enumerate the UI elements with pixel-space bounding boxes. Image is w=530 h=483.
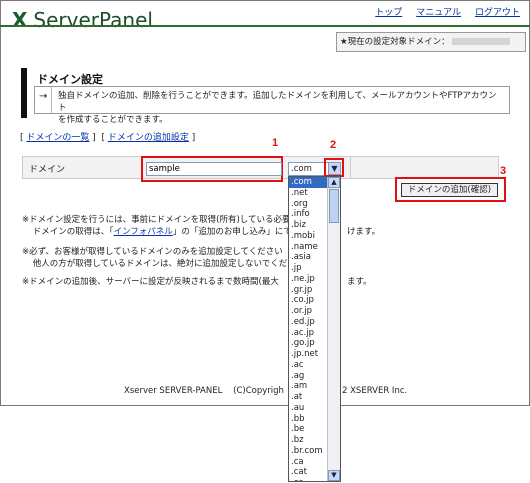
tld-option[interactable]: .gr.jp [289,285,329,296]
tld-option[interactable]: .asia [289,252,329,263]
tld-option[interactable]: .go.jp [289,338,329,349]
link-logout[interactable]: ログアウト [475,8,520,18]
description-divider [51,87,52,113]
current-domain-label: ★現在の設定対象ドメイン： [340,37,450,47]
description-text: 独自ドメインの追加、削除を行うことができます。追加したドメインを利用して、メール… [58,90,498,126]
note-3: ※ドメインの追加後、サーバーに設定が反映されるまで数時間(最大 ます。 [22,277,372,287]
tld-option[interactable]: .be [289,424,329,435]
annotation-number-3: 3 [500,165,507,177]
tld-option[interactable]: .or.jp [289,306,329,317]
tld-option[interactable]: .info [289,209,329,220]
footer: Xserver SERVER-PANEL (C)Copyrigh 2 XSERVE… [124,386,407,396]
current-domain-box: ★現在の設定対象ドメイン： [336,32,526,52]
tld-dropdown-list[interactable]: .com .net .org .info .biz .mobi .name .asia .jp.… [288,176,341,482]
scroll-down-icon[interactable]: ▼ [328,470,340,481]
masked-domain [451,38,510,45]
tld-options: .com .net .org .info .biz .mobi .name .asia .jp.… [289,177,329,481]
header-divider [0,25,530,27]
tld-option[interactable]: .name [289,242,329,253]
panel-frame [0,0,530,406]
tld-option[interactable]: .bb [289,414,329,425]
arrow-icon: → [39,91,48,102]
tld-option[interactable]: .ne.jp [289,274,329,285]
dropdown-scrollbar[interactable]: ▲ ▼ [327,177,340,481]
link-infopanel[interactable]: インフォパネル [114,227,173,237]
tld-option[interactable]: .br.com [289,446,329,457]
note-2-line-1: ※必ず、お客様が取得しているドメインのみを追加設定してください [22,247,283,257]
description-line-1: 独自ドメインの追加、削除を行うことができます。追加したドメインを利用して、メール… [58,91,497,113]
tld-option[interactable]: .cat [289,467,329,478]
link-manual[interactable]: マニュアル [416,8,461,18]
tld-option[interactable]: .biz [289,220,329,231]
tld-option[interactable]: .cc [289,478,329,481]
logo: X ServerPanel [12,8,153,32]
description-line-2: を作成することができます。 [58,115,168,125]
tld-option[interactable]: .ac.jp [289,328,329,339]
note-2: ※必ず、お客様が取得しているドメインのみを追加設定してください 他人の方が取得し… [22,246,482,270]
domain-label: ドメイン [29,165,66,175]
note-1-line-1: ※ドメイン設定を行うには、事前にドメインを取得(所有)している必要 [22,215,291,225]
highlight-box-2 [324,158,344,177]
tld-option[interactable]: .au [289,403,329,414]
tld-option[interactable]: .com [289,177,329,188]
tld-selected-value: .com [291,164,312,174]
tld-option[interactable]: .bz [289,435,329,446]
link-domain-add[interactable]: ドメインの追加設定 [108,133,189,143]
section-header: ドメイン設定 [21,68,103,118]
tld-option[interactable]: .am [289,381,329,392]
tld-option[interactable]: .ag [289,371,329,382]
annotation-number-1: 1 [272,137,279,149]
domain-name-input[interactable] [146,162,282,176]
footer-company: 2 XSERVER Inc. [342,386,408,396]
tld-option[interactable]: .org [289,199,329,210]
logo-text: ServerPanel [33,8,153,32]
tld-option[interactable]: .net [289,188,329,199]
tld-option[interactable]: .ca [289,457,329,468]
tld-option[interactable]: .jp [289,263,329,274]
page-title: ドメイン設定 [37,73,103,86]
annotation-number-2: 2 [330,139,337,151]
top-links: トップ マニュアル ログアウト [361,5,520,18]
tld-option[interactable]: .co.jp [289,295,329,306]
header: X ServerPanel トップ マニュアル ログアウト ★現在の設定対象ドメイン： [0,0,530,52]
note-1: ※ドメイン設定を行うには、事前にドメインを取得(所有)している必要 ドメインの取… [22,214,482,238]
subnav-links: [ ドメインの一覧 ] [ ドメインの追加設定 ] [20,133,196,143]
tld-option[interactable]: .at [289,392,329,403]
add-domain-confirm-button[interactable]: ドメインの追加(確認) [401,183,498,197]
tld-option[interactable]: .mobi [289,231,329,242]
footer-copyright: Xserver SERVER-PANEL (C)Copyrigh [124,386,284,396]
note-3-text: ※ドメインの追加後、サーバーに設定が反映されるまで数時間(最大 [22,277,279,287]
tld-option[interactable]: .ac [289,360,329,371]
scroll-thumb[interactable] [329,189,339,223]
tld-option[interactable]: .jp.net [289,349,329,360]
note-1-line-2: ドメインの取得は、「インフォパネル」の「追加のお申し込み」にて けます。 [22,227,381,237]
link-top[interactable]: トップ [375,8,402,18]
logo-mark: X [12,8,28,32]
link-domain-list[interactable]: ドメインの一覧 [26,133,89,143]
description-box: → 独自ドメインの追加、削除を行うことができます。追加したドメインを利用して、メ… [34,86,510,125]
tld-option[interactable]: .ed.jp [289,317,329,328]
note-2-line-2: 他人の方が取得しているドメインは、絶対に追加設定しないでくだ [22,259,288,269]
scroll-up-icon[interactable]: ▲ [328,177,340,188]
